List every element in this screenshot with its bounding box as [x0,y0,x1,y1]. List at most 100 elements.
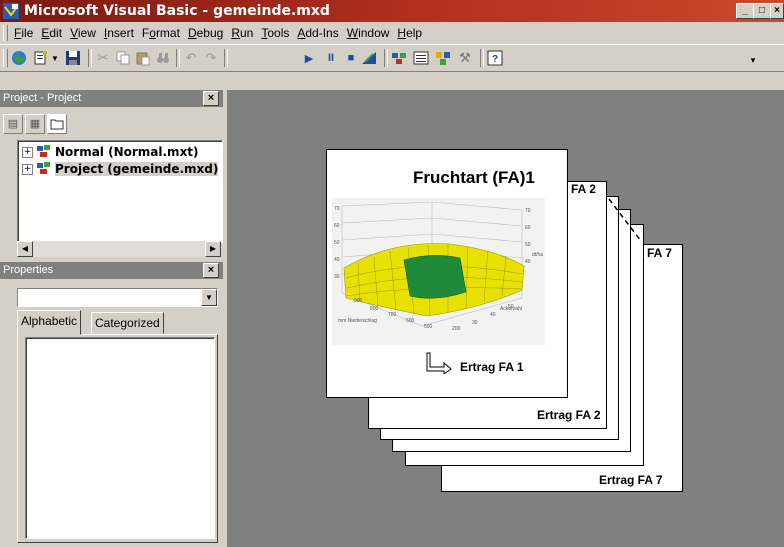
reset-icon[interactable]: ■ [342,49,360,67]
svg-text:50: 50 [334,240,340,246]
paste-icon[interactable] [134,49,152,67]
menu-item-insert[interactable]: Insert [100,26,138,40]
plot-left-axis-label: mm Niederschlag [338,318,377,324]
svg-text:50: 50 [508,304,514,310]
surface-patch [403,255,467,299]
svg-text:500: 500 [424,324,433,330]
yield-surface-plot: 70 60 50 40 30 70 60 50 40 dt/ha mm Niederschla… [332,198,545,345]
redo-icon[interactable]: ↷ [202,49,220,67]
scroll-right-icon[interactable]: ▶ [205,241,221,257]
find-icon[interactable] [154,49,172,67]
expand-icon[interactable]: + [22,163,33,175]
copy-icon[interactable] [114,49,132,67]
project-panel-title-bar: Project - Project × [0,90,223,107]
svg-text:70: 70 [525,208,531,214]
view-code-icon[interactable]: ▤ [3,114,23,134]
tree-item-label: Project (gemeinde.mxd) [55,162,219,176]
menu-item-format[interactable]: Format [138,26,184,40]
toolbar-separator [480,49,484,67]
toolbox-icon[interactable]: ⚒ [456,49,474,67]
svg-text:60: 60 [525,225,531,231]
project-panel-title: Project - Project [3,92,82,104]
project-explorer-icon[interactable] [390,49,408,67]
tree-item-project[interactable]: + Project (gemeinde.mxd) [22,161,219,178]
svg-text:40: 40 [334,257,340,263]
menu-item-run[interactable]: Run [227,26,257,40]
toolbar-separator [176,49,180,67]
menu-item-edit[interactable]: Edit [37,26,66,40]
project-icon [36,161,52,178]
svg-text:800: 800 [370,306,379,312]
project-panel-toolbar: ▤ ▦ [0,111,223,137]
menu-item-file[interactable]: File [10,26,37,40]
toolbar-separator [384,49,388,67]
run-icon[interactable]: ▶ [300,49,318,67]
svg-text:40: 40 [490,312,496,318]
chevron-down-icon[interactable]: ▼ [201,289,217,306]
svg-text:700: 700 [388,312,397,318]
menu-item-help[interactable]: Help [393,26,426,40]
project-icon [36,144,52,161]
insert-module-icon[interactable] [32,49,50,67]
arrow-icon [426,352,452,374]
menu-item-tools[interactable]: Tools [257,26,293,40]
tab-categorized[interactable]: Categorized [91,312,164,334]
expand-icon[interactable]: + [22,146,33,158]
svg-text:60: 60 [334,223,340,229]
tree-item-label: Normal (Normal.mxt) [55,145,199,159]
scroll-left-icon[interactable]: ◀ [17,241,33,257]
minimize-button[interactable]: _ [736,3,754,19]
save-icon[interactable] [64,49,82,67]
close-button[interactable]: × [770,3,784,19]
toolbar-separator [224,49,228,67]
object-combo[interactable]: ▼ [17,288,218,307]
visual-basic-icon [3,3,19,19]
svg-text:?: ? [492,54,498,65]
menu-item-debug[interactable]: Debug [184,26,227,40]
toolbar-separator [88,49,92,67]
menu-bar: File Edit View Insert Format Debug Run Tools Add… [0,22,784,45]
undo-icon[interactable]: ↶ [182,49,200,67]
arcmap-icon[interactable] [10,49,28,67]
front-card-title: Fruchtart (FA)1 [413,168,535,187]
properties-panel-close-button[interactable]: × [203,263,219,278]
tree-item-normal[interactable]: + Normal (Normal.mxt) [22,144,199,160]
object-browser-icon[interactable] [434,49,452,67]
svg-text:600: 600 [406,318,415,324]
svg-text:30: 30 [334,274,340,280]
view-object-icon[interactable]: ▦ [25,114,45,134]
cut-icon[interactable]: ✂ [94,49,112,67]
menu-items: File Edit View Insert Format Debug Run Tools Add… [10,26,426,40]
toggle-folders-icon[interactable] [47,114,67,134]
break-icon[interactable]: II [322,49,340,67]
title-bar: Microsoft Visual Basic - gemeinde.mxd _ … [0,0,784,22]
svg-text:30: 30 [472,320,478,326]
design-mode-icon[interactable] [360,49,378,67]
insert-dropdown-icon[interactable]: ▼ [50,49,60,67]
help-icon[interactable]: ? [486,49,504,67]
tab-alphabetic[interactable]: Alphabetic [17,310,82,335]
svg-text:70: 70 [334,206,340,212]
menu-item-view[interactable]: View [66,26,100,40]
front-card-caption: Ertrag FA 1 [460,360,524,374]
properties-panel-title: Properties [3,264,54,276]
menu-grip [3,25,8,41]
menu-item-window[interactable]: Window [343,26,394,40]
svg-text:50: 50 [525,242,531,248]
properties-grid[interactable] [25,337,215,539]
toolbar-options-dropdown[interactable]: ▾ [747,49,759,67]
properties-window-icon[interactable] [412,49,430,67]
window-title: Microsoft Visual Basic - gemeinde.mxd [24,3,330,19]
card2-caption: Ertrag FA 2 [537,408,601,422]
project-panel-close-button[interactable]: × [203,91,219,106]
card7-caption: Ertrag FA 7 [599,473,663,487]
maximize-button[interactable]: □ [753,3,771,19]
properties-panel-title-bar: Properties × [0,262,223,279]
menu-item-addins[interactable]: Add-Ins [293,26,342,40]
plot-side-label: dt/ha [532,252,543,258]
card7-label: FA 7 [647,246,672,260]
svg-text:40: 40 [525,259,531,265]
card2-label: FA 2 [571,182,596,196]
svg-text:900: 900 [354,298,363,304]
project-horizontal-scrollbar[interactable]: ◀ ▶ [17,241,221,257]
